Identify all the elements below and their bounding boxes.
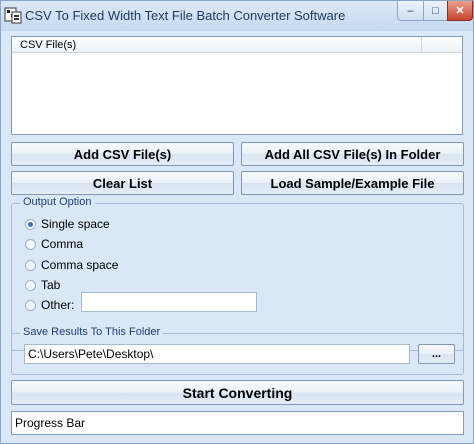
- radio-label: Single space: [41, 217, 110, 231]
- close-icon: ✕: [455, 5, 465, 17]
- progress-bar: Progress Bar: [11, 411, 464, 435]
- maximize-button[interactable]: □: [423, 1, 447, 21]
- radio-other[interactable]: Other:: [25, 297, 74, 313]
- minimize-button[interactable]: –: [397, 1, 423, 21]
- browse-folder-button[interactable]: ...: [418, 344, 455, 364]
- radio-unchecked-icon: [25, 299, 36, 311]
- list-header: CSV File(s): [12, 37, 462, 53]
- main-panel: CSV File(s) Add CSV File(s) Add All CSV …: [1, 31, 473, 443]
- csv-file-list[interactable]: CSV File(s): [11, 36, 463, 135]
- title-bar[interactable]: CSV To Fixed Width Text File Batch Conve…: [1, 1, 473, 31]
- column-header-csv-files[interactable]: CSV File(s): [12, 37, 422, 53]
- app-window: CSV To Fixed Width Text File Batch Conve…: [0, 0, 474, 444]
- start-converting-button[interactable]: Start Converting: [11, 380, 464, 405]
- maximize-icon: □: [432, 4, 439, 17]
- save-folder-title: Save Results To This Folder: [20, 326, 164, 338]
- app-logo-icon: [4, 7, 22, 24]
- radio-unchecked-icon: [25, 238, 36, 250]
- load-sample-button[interactable]: Load Sample/Example File: [241, 171, 464, 195]
- save-folder-group: Save Results To This Folder C:\Users\Pet…: [11, 326, 464, 375]
- close-button[interactable]: ✕: [447, 1, 473, 21]
- radio-comma-space[interactable]: Comma space: [25, 257, 118, 273]
- radio-comma[interactable]: Comma: [25, 236, 83, 252]
- add-all-csv-in-folder-button[interactable]: Add All CSV File(s) In Folder: [241, 142, 464, 166]
- radio-unchecked-icon: [25, 279, 36, 291]
- radio-label: Other:: [41, 298, 75, 312]
- radio-label: Tab: [41, 278, 61, 292]
- save-folder-path-input[interactable]: C:\Users\Pete\Desktop\: [24, 344, 410, 364]
- add-csv-files-button[interactable]: Add CSV File(s): [11, 142, 234, 166]
- output-option-title: Output Option: [20, 196, 95, 208]
- radio-checked-icon: [25, 218, 36, 230]
- minimize-icon: –: [407, 4, 414, 17]
- radio-tab[interactable]: Tab: [25, 277, 60, 293]
- window-title: CSV To Fixed Width Text File Batch Conve…: [25, 8, 346, 23]
- radio-label: Comma: [41, 237, 84, 251]
- radio-unchecked-icon: [25, 259, 36, 271]
- radio-label: Comma space: [41, 258, 119, 272]
- other-delimiter-input[interactable]: [81, 292, 257, 312]
- radio-single-space[interactable]: Single space: [25, 216, 110, 232]
- clear-list-button[interactable]: Clear List: [11, 171, 234, 195]
